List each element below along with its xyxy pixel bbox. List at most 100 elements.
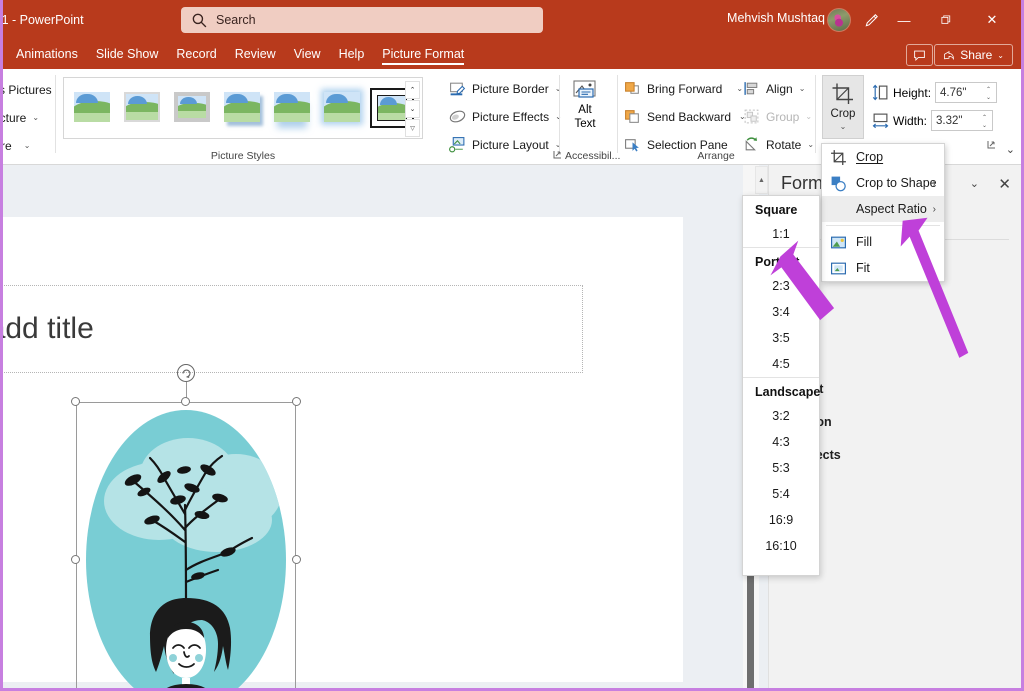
crop-button-chevron-icon[interactable]: ⌄ [840,122,847,131]
aspect-ratio-submenu: Square 1:1 Portrait 2:3 3:4 3:5 4:5 Land… [742,195,820,576]
submenu-heading-portrait: Portrait [743,248,819,273]
picture-style-4[interactable] [220,88,264,128]
tab-review[interactable]: Review [226,43,285,66]
picture-layout-button[interactable]: Picture Layout ⌄ [449,133,561,156]
aspect-ratio-icon-placeholder [830,201,847,218]
aspect-ratio-4-5[interactable]: 4:5 [743,351,819,377]
picture-border-button[interactable]: Picture Border ⌄ [449,77,561,100]
resize-handle-top-right[interactable] [292,397,301,406]
aspect-ratio-16-10[interactable]: 16:10 [743,533,819,559]
width-spin-up[interactable]: ⌃ [982,115,987,121]
gallery-scroll-up-button[interactable]: ⌃ [405,81,420,99]
aspect-ratio-3-4[interactable]: 3:4 [743,299,819,325]
resize-handle-middle-right[interactable] [292,555,301,564]
restore-button[interactable] [925,0,967,40]
tab-picture-format[interactable]: Picture Format [373,43,473,66]
rotate-handle-icon[interactable] [177,364,195,382]
slide-canvas[interactable]: k to add title [0,217,683,682]
height-spin-down[interactable]: ⌄ [986,95,991,101]
aspect-ratio-2-3[interactable]: 2:3 [743,273,819,299]
comments-button[interactable] [906,44,933,66]
picture-effects-button[interactable]: Picture Effects ⌄ [449,105,562,128]
width-input[interactable]: 3.32" ⌃ ⌄ [931,110,993,131]
size-dialog-launcher[interactable] [987,140,996,151]
alt-text-button[interactable]: Alt Text [571,79,599,131]
width-spin-down[interactable]: ⌄ [982,123,987,129]
menu-item-fit[interactable]: Fit [822,255,944,281]
aspect-ratio-5-3[interactable]: 5:3 [743,455,819,481]
scrollbar-thumb[interactable] [747,572,754,688]
align-button[interactable]: Align ⌄ [743,77,805,100]
picture-style-1[interactable] [70,88,114,128]
menu-item-aspect-ratio[interactable]: Aspect Ratio › [822,196,944,222]
fill-icon [830,234,847,251]
pen-icon[interactable] [859,8,883,32]
pane-options-chevron-icon[interactable]: ⌄ [970,177,979,190]
picture-style-2[interactable] [120,88,164,128]
aspect-ratio-3-2[interactable]: 3:2 [743,403,819,429]
picture-style-5[interactable] [270,88,314,128]
account-name[interactable]: Mehvish Mushtaq [727,11,825,25]
tab-record[interactable]: Record [167,43,225,66]
title-placeholder-text: k to add title [0,312,94,346]
gallery-more-button[interactable]: ▽ [405,119,420,137]
aspect-ratio-4-3[interactable]: 4:3 [743,429,819,455]
width-spinner[interactable]: ⌃ ⌄ [980,112,989,131]
aspect-ratio-16-9[interactable]: 16:9 [743,507,819,533]
gallery-scroll-down-button[interactable]: ⌄ [405,100,420,118]
minimize-button[interactable]: — [883,0,925,40]
picture-style-6[interactable] [320,88,364,128]
accessibility-dialog-launcher[interactable] [553,150,562,161]
picture-styles-gallery[interactable]: ⌃ ⌄ ▽ [63,77,423,139]
height-spin-up[interactable]: ⌃ [986,87,991,93]
alt-text-icon [571,79,599,103]
height-label: Height: [893,86,931,100]
menu-item-crop-to-shape[interactable]: Crop to Shape › [822,170,944,196]
alt-text-label-1: Alt [578,104,591,117]
send-backward-button[interactable]: Send Backward ⌄ [624,105,746,128]
tab-view[interactable]: View [285,43,330,66]
menu-item-crop[interactable]: Crop [822,144,944,170]
change-picture-button[interactable]: Picture ⌄ [0,106,39,129]
aspect-ratio-3-5[interactable]: 3:5 [743,325,819,351]
height-input[interactable]: 4.76" ⌃ ⌄ [935,82,997,103]
change-picture-label: Picture [0,111,26,125]
reset-picture-button[interactable]: ture ⌄ [0,134,30,157]
compress-pictures-button[interactable]: ss Pictures [0,78,52,101]
accessibility-group-label: Accessibil... [565,150,619,162]
resize-handle-top-left[interactable] [71,397,80,406]
aspect-ratio-1-1[interactable]: 1:1 [743,221,819,247]
resize-handle-top-center[interactable] [181,397,190,406]
ribbon-group-arrange: Bring Forward ⌄ Send Backward ⌄ Selectio… [619,69,813,165]
height-spinner[interactable]: ⌃ ⌄ [984,84,993,103]
ribbon-collapse-button[interactable]: ⌄ [1006,143,1015,156]
title-placeholder[interactable]: k to add title [0,285,583,373]
tab-animations[interactable]: Animations [7,43,87,66]
resize-handle-middle-left[interactable] [71,555,80,564]
selected-picture[interactable] [76,402,296,691]
menu-item-fill[interactable]: Fill [822,229,944,255]
group-button: Group ⌄ [743,105,812,128]
menu-item-fill-label: Fill [856,235,872,249]
pane-close-icon[interactable]: ✕ [998,175,1011,193]
tab-help[interactable]: Help [330,43,374,66]
crop-button[interactable]: Crop ⌄ [822,75,864,139]
close-button[interactable]: ✕ [971,0,1013,40]
share-button[interactable]: Share ⌄ [934,44,1013,66]
bring-forward-button[interactable]: Bring Forward ⌄ [624,77,743,100]
send-backward-label: Send Backward [647,110,731,124]
picture-effects-icon [449,108,466,125]
submenu-heading-landscape: Landscape [743,378,819,403]
menu-item-fit-label: Fit [856,261,870,275]
picture-illustration [86,410,286,691]
gallery-scrollbar[interactable]: ⌃ ⌄ ▽ [405,81,420,137]
tab-slide-show[interactable]: Slide Show [87,43,168,66]
aspect-ratio-5-4[interactable]: 5:4 [743,481,819,507]
pane-collapse-button[interactable]: ▲ [755,166,768,194]
group-chevron-icon: ⌄ [805,112,812,121]
crop-dropdown-menu: Crop Crop to Shape › Aspect Ratio › Fill [821,143,945,282]
menu-item-crop-to-shape-label: Crop to Shape [856,176,937,190]
search-box[interactable]: Search [181,7,543,33]
picture-style-3[interactable] [170,88,214,128]
avatar[interactable] [827,8,851,32]
